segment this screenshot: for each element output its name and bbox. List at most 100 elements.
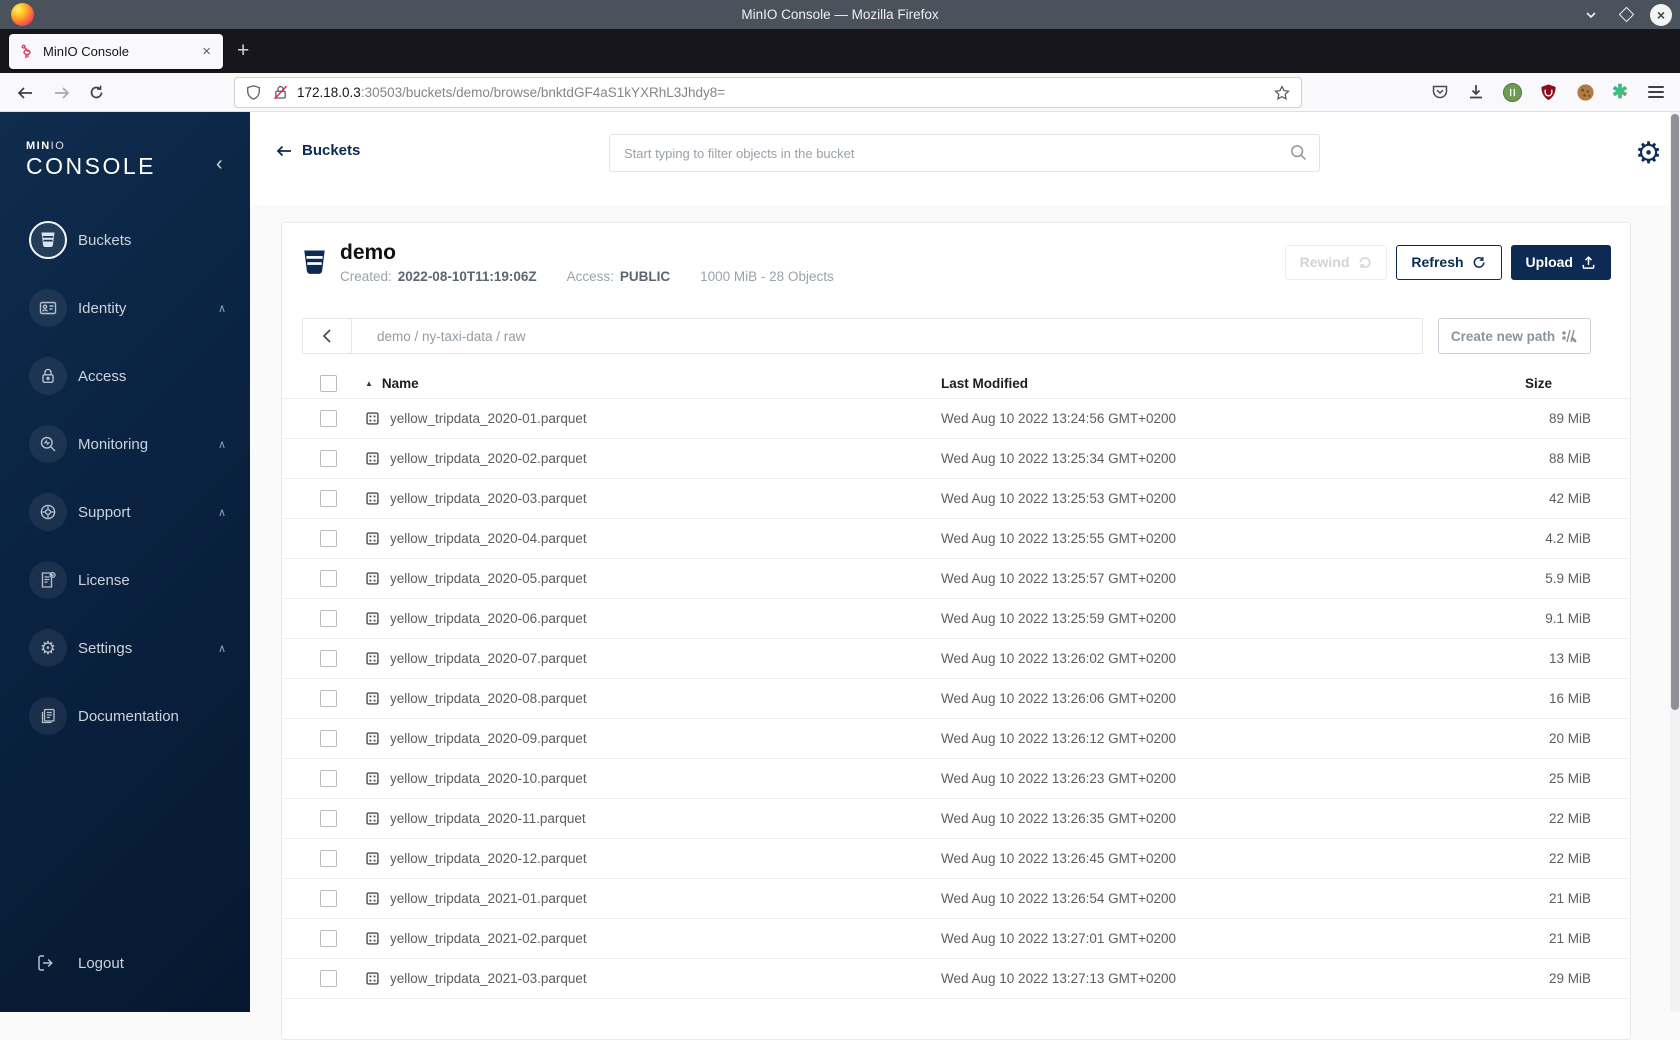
extension-green-icon[interactable]: [1499, 79, 1525, 105]
sidebar-item-settings[interactable]: ⚙ Settings ∧: [0, 614, 250, 682]
object-name[interactable]: yellow_tripdata_2020-02.parquet: [390, 451, 587, 466]
row-checkbox[interactable]: [320, 410, 337, 427]
refresh-button[interactable]: Refresh: [1396, 244, 1502, 280]
object-name[interactable]: yellow_tripdata_2020-03.parquet: [390, 491, 587, 506]
console-settings-gear-icon[interactable]: ⚙: [1635, 138, 1662, 170]
column-header-size[interactable]: Size: [1501, 376, 1591, 391]
pocket-icon[interactable]: [1427, 79, 1453, 105]
insecure-lock-icon[interactable]: [272, 84, 289, 101]
table-row[interactable]: yellow_tripdata_2020-04.parquet Wed Aug …: [282, 519, 1630, 559]
extension-asterisk-icon[interactable]: ✱: [1607, 79, 1633, 105]
object-name[interactable]: yellow_tripdata_2020-01.parquet: [390, 411, 587, 426]
sort-ascending-icon[interactable]: ▲: [365, 379, 373, 388]
forward-button[interactable]: [48, 79, 75, 106]
window-close-button[interactable]: ×: [1650, 3, 1672, 26]
chevron-up-icon[interactable]: ∧: [218, 506, 226, 519]
table-row[interactable]: yellow_tripdata_2020-05.parquet Wed Aug …: [282, 559, 1630, 599]
back-button[interactable]: [11, 79, 38, 106]
object-name[interactable]: yellow_tripdata_2020-04.parquet: [390, 531, 587, 546]
create-new-path-button[interactable]: Create new path: [1438, 318, 1591, 354]
column-header-name[interactable]: Name: [382, 376, 419, 391]
row-checkbox[interactable]: [320, 930, 337, 947]
table-row[interactable]: yellow_tripdata_2020-11.parquet Wed Aug …: [282, 799, 1630, 839]
row-checkbox[interactable]: [320, 610, 337, 627]
object-name[interactable]: yellow_tripdata_2021-02.parquet: [390, 931, 587, 946]
upload-button[interactable]: Upload: [1510, 244, 1611, 280]
row-checkbox[interactable]: [320, 490, 337, 507]
sidebar-item-access[interactable]: Access: [0, 342, 250, 410]
table-row[interactable]: yellow_tripdata_2021-02.parquet Wed Aug …: [282, 919, 1630, 959]
object-name[interactable]: yellow_tripdata_2021-03.parquet: [390, 971, 587, 986]
sidebar-item-support[interactable]: Support ∧: [0, 478, 250, 546]
object-name[interactable]: yellow_tripdata_2020-09.parquet: [390, 731, 587, 746]
row-checkbox[interactable]: [320, 730, 337, 747]
table-row[interactable]: yellow_tripdata_2021-01.parquet Wed Aug …: [282, 879, 1630, 919]
row-checkbox[interactable]: [320, 690, 337, 707]
object-name[interactable]: yellow_tripdata_2020-10.parquet: [390, 771, 587, 786]
select-all-checkbox[interactable]: [320, 374, 337, 392]
table-row[interactable]: yellow_tripdata_2020-10.parquet Wed Aug …: [282, 759, 1630, 799]
object-file-icon: [366, 492, 379, 505]
path-back-button[interactable]: [303, 319, 352, 353]
object-name[interactable]: yellow_tripdata_2020-08.parquet: [390, 691, 587, 706]
row-checkbox[interactable]: [320, 450, 337, 467]
object-size: 4.2 MiB: [1545, 531, 1591, 546]
column-header-last-modified[interactable]: Last Modified: [941, 376, 1501, 391]
row-checkbox[interactable]: [320, 530, 337, 547]
cookie-extension-icon[interactable]: [1572, 79, 1598, 105]
sidebar-item-logout[interactable]: Logout: [0, 929, 250, 997]
row-checkbox[interactable]: [320, 570, 337, 587]
url-bar[interactable]: 172.18.0.3:30503/buckets/demo/browse/bnk…: [234, 77, 1302, 108]
row-checkbox[interactable]: [320, 890, 337, 907]
row-checkbox[interactable]: [320, 810, 337, 827]
object-name[interactable]: yellow_tripdata_2020-06.parquet: [390, 611, 587, 626]
object-name[interactable]: yellow_tripdata_2020-11.parquet: [390, 811, 586, 826]
scrollbar-thumb[interactable]: [1671, 114, 1679, 710]
sidebar-item-license[interactable]: License: [0, 546, 250, 614]
chevron-up-icon[interactable]: ∧: [218, 302, 226, 315]
reload-button[interactable]: [83, 79, 110, 106]
rewind-button[interactable]: Rewind: [1284, 244, 1388, 280]
table-row[interactable]: yellow_tripdata_2021-03.parquet Wed Aug …: [282, 959, 1630, 999]
object-file-icon: [366, 572, 379, 585]
table-row[interactable]: yellow_tripdata_2020-08.parquet Wed Aug …: [282, 679, 1630, 719]
object-name[interactable]: yellow_tripdata_2021-01.parquet: [390, 891, 587, 906]
table-row[interactable]: yellow_tripdata_2020-07.parquet Wed Aug …: [282, 639, 1630, 679]
sidebar-item-label: Logout: [78, 954, 124, 972]
chevron-up-icon[interactable]: ∧: [218, 438, 226, 451]
table-row[interactable]: yellow_tripdata_2020-02.parquet Wed Aug …: [282, 439, 1630, 479]
sidebar-item-monitoring[interactable]: Monitoring ∧: [0, 410, 250, 478]
back-to-buckets-link[interactable]: Buckets: [276, 142, 360, 159]
table-row[interactable]: yellow_tripdata_2020-03.parquet Wed Aug …: [282, 479, 1630, 519]
menu-hamburger-icon[interactable]: [1643, 79, 1669, 105]
tab-close-icon[interactable]: ×: [200, 43, 213, 60]
ublock-icon[interactable]: [1535, 79, 1561, 105]
object-name[interactable]: yellow_tripdata_2020-12.parquet: [390, 851, 587, 866]
object-last-modified: Wed Aug 10 2022 13:26:23 GMT+0200: [941, 771, 1177, 786]
breadcrumb[interactable]: demo / ny-taxi-data / raw: [352, 329, 526, 344]
object-name[interactable]: yellow_tripdata_2020-05.parquet: [390, 571, 587, 586]
sidebar-collapse-icon[interactable]: ‹: [216, 154, 223, 174]
table-row[interactable]: yellow_tripdata_2020-12.parquet Wed Aug …: [282, 839, 1630, 879]
window-minimize-button[interactable]: [1580, 4, 1602, 26]
row-checkbox[interactable]: [320, 770, 337, 787]
object-name[interactable]: yellow_tripdata_2020-07.parquet: [390, 651, 587, 666]
bookmark-star-icon[interactable]: [1273, 84, 1291, 102]
sidebar-item-identity[interactable]: Identity ∧: [0, 274, 250, 342]
downloads-icon[interactable]: [1463, 79, 1489, 105]
table-row[interactable]: yellow_tripdata_2020-01.parquet Wed Aug …: [282, 399, 1630, 439]
object-file-icon: [366, 692, 379, 705]
row-checkbox[interactable]: [320, 970, 337, 987]
sidebar-item-buckets[interactable]: Buckets: [0, 206, 250, 274]
tracking-shield-icon[interactable]: [245, 84, 262, 101]
window-maximize-button[interactable]: [1615, 4, 1637, 26]
row-checkbox[interactable]: [320, 850, 337, 867]
table-row[interactable]: yellow_tripdata_2020-06.parquet Wed Aug …: [282, 599, 1630, 639]
table-row[interactable]: yellow_tripdata_2020-09.parquet Wed Aug …: [282, 719, 1630, 759]
row-checkbox[interactable]: [320, 650, 337, 667]
new-tab-button[interactable]: +: [237, 39, 249, 63]
chevron-up-icon[interactable]: ∧: [218, 642, 226, 655]
filter-objects-input[interactable]: [609, 134, 1320, 172]
sidebar-item-documentation[interactable]: Documentation: [0, 682, 250, 750]
browser-tab[interactable]: MinIO Console ×: [9, 34, 223, 69]
